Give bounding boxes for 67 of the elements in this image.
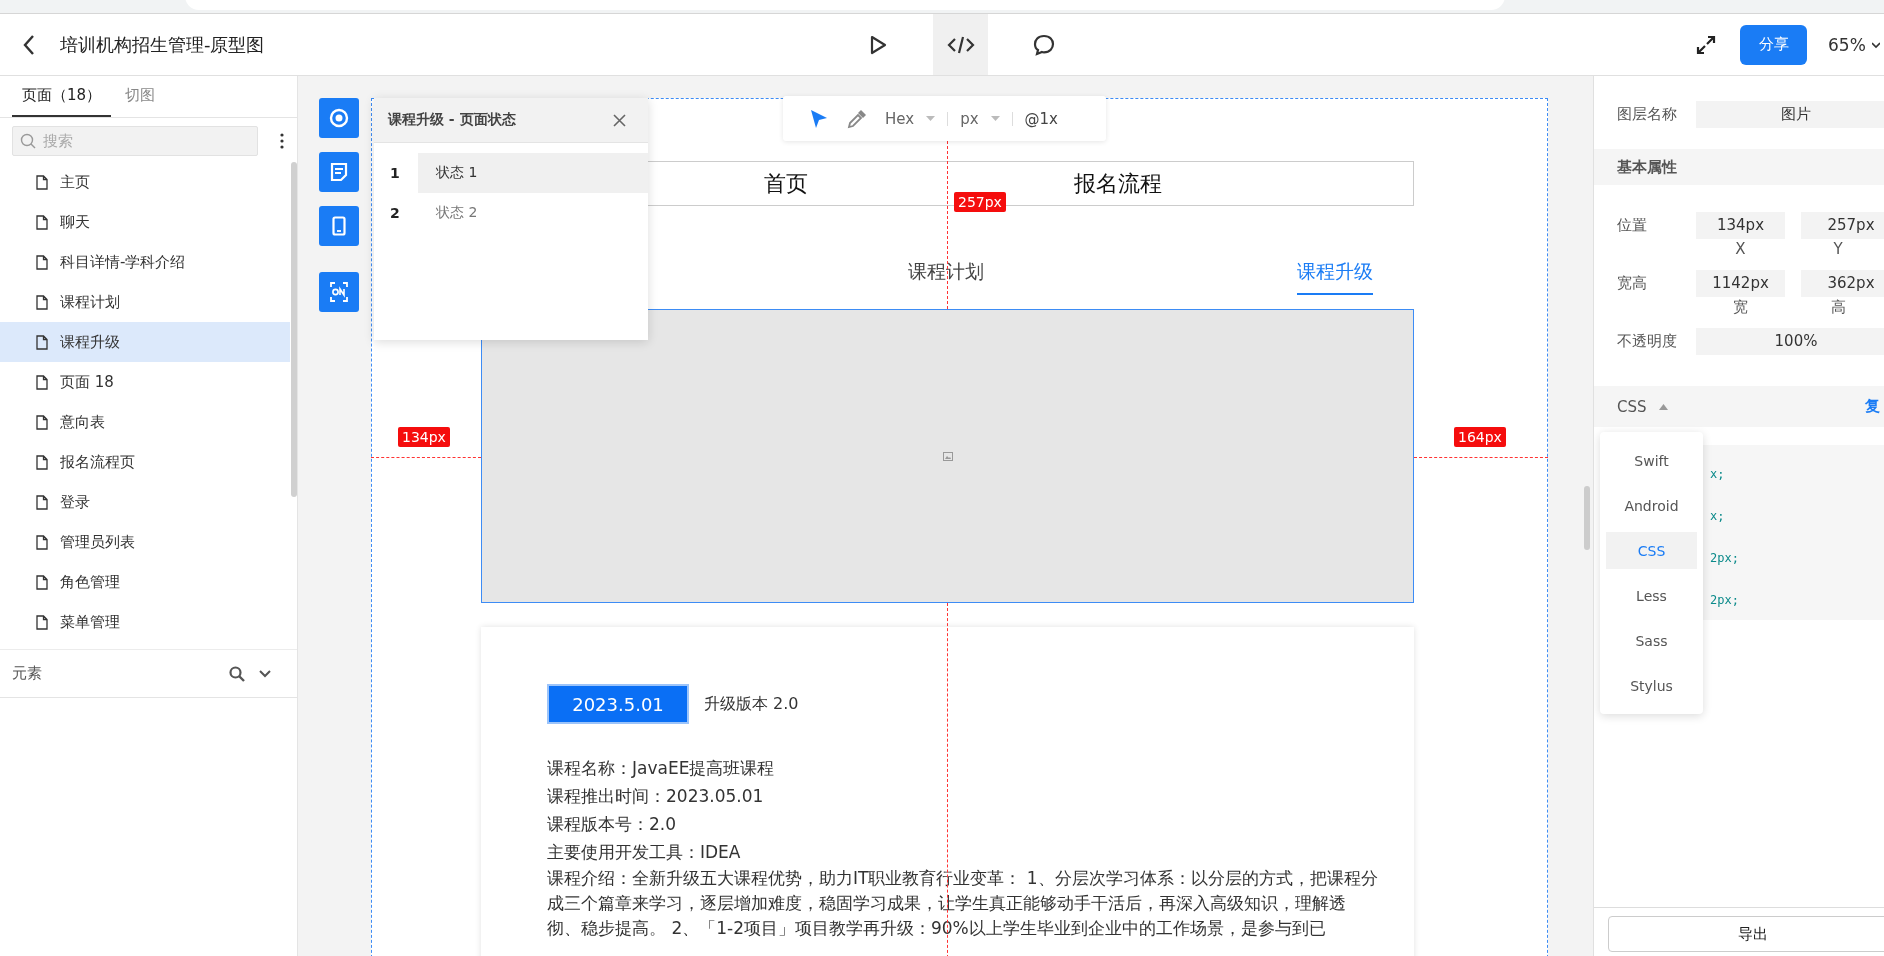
layer-name-field[interactable]: 图片 bbox=[1696, 100, 1884, 128]
menu-item[interactable]: Less bbox=[1606, 577, 1697, 614]
field-caption: Y bbox=[1832, 240, 1844, 258]
page-item[interactable]: 页面 18 bbox=[0, 362, 290, 402]
page-item[interactable]: 报名流程页 bbox=[0, 442, 290, 482]
copy-link[interactable]: 复 bbox=[1865, 397, 1880, 416]
opacity-field[interactable]: 100% bbox=[1696, 327, 1884, 355]
menu-item[interactable]: Swift bbox=[1606, 442, 1697, 479]
popup-title: 课程升级 - 页面状态 bbox=[388, 111, 516, 129]
field-label: 图层名称 bbox=[1617, 104, 1678, 124]
detail-line: 课程推出时间：2023.05.01 bbox=[547, 785, 765, 808]
state-number: 2 bbox=[389, 205, 401, 221]
panel-tab[interactable]: 切图 bbox=[115, 76, 166, 117]
scale-select[interactable]: @1x bbox=[1024, 109, 1058, 128]
field-label: 位置 bbox=[1617, 215, 1648, 235]
page-item[interactable]: 课程升级 bbox=[0, 322, 290, 362]
distance-label: 134px bbox=[398, 427, 450, 447]
page-item[interactable]: 角色管理 bbox=[0, 562, 290, 602]
state-number: 1 bbox=[389, 165, 401, 181]
zoom-level[interactable]: 65% bbox=[1828, 34, 1866, 55]
section-title: 元素 bbox=[12, 664, 42, 683]
distance-label: 164px bbox=[1454, 427, 1506, 447]
page-item[interactable]: 意向表 bbox=[0, 402, 290, 442]
menu-item[interactable]: Android bbox=[1606, 487, 1697, 524]
detail-line: 课程版本号：2.0 bbox=[547, 813, 678, 836]
code-language-toggle[interactable]: CSS bbox=[1617, 397, 1647, 416]
tab-label: 课程计划 bbox=[908, 259, 984, 284]
page-item[interactable]: 主页 bbox=[0, 162, 290, 202]
field-caption: X bbox=[1734, 240, 1747, 258]
date-badge: 2023.5.01 bbox=[547, 684, 689, 724]
search-field[interactable]: 搜索 bbox=[12, 126, 258, 156]
detail-line: 课程名称：JavaEE提高班课程 bbox=[547, 757, 776, 780]
x-field[interactable]: 134px bbox=[1696, 211, 1785, 239]
code-line: 2px; bbox=[1710, 592, 1740, 609]
field-caption: 宽 bbox=[1732, 298, 1749, 316]
height-field[interactable]: 362px bbox=[1801, 269, 1884, 297]
field-label: 宽高 bbox=[1617, 273, 1648, 293]
color-format-select[interactable]: Hex bbox=[885, 109, 936, 128]
page-item[interactable]: 聊天 bbox=[0, 202, 290, 242]
distance-label: 257px bbox=[954, 192, 1006, 212]
field-caption: 高 bbox=[1829, 298, 1847, 316]
width-field[interactable]: 1142px bbox=[1696, 269, 1785, 297]
panel-tab[interactable]: 页面（18） bbox=[12, 76, 112, 117]
detail-line: 主要使用开发工具：IDEA bbox=[547, 841, 742, 864]
page-item[interactable]: 登录 bbox=[0, 482, 290, 522]
page-item[interactable]: 课程计划 bbox=[0, 282, 290, 322]
document-title: 培训机构招生管理-原型图 bbox=[60, 32, 265, 57]
unit-select[interactable]: px bbox=[960, 109, 1000, 128]
page-item[interactable]: 菜单管理 bbox=[0, 602, 290, 642]
menu-item[interactable]: Sass bbox=[1606, 622, 1697, 659]
field-label: 不透明度 bbox=[1617, 331, 1678, 351]
menu-item[interactable]: CSS bbox=[1606, 532, 1697, 569]
state-item[interactable]: 状态 2 bbox=[418, 193, 648, 233]
version-label: 升级版本 2.0 bbox=[704, 693, 799, 715]
state-item[interactable]: 状态 1 bbox=[418, 153, 648, 193]
share-button[interactable]: 分享 bbox=[1740, 24, 1807, 65]
code-line: 2px; bbox=[1710, 550, 1740, 567]
page-item[interactable]: 科目详情-学科介绍 bbox=[0, 242, 290, 282]
section-title: 基本属性 bbox=[1617, 157, 1677, 177]
tab-label: 课程升级 bbox=[1297, 259, 1373, 295]
y-field[interactable]: 257px bbox=[1801, 211, 1884, 239]
code-line: x; bbox=[1710, 466, 1726, 483]
menu-item[interactable]: Stylus bbox=[1606, 667, 1697, 704]
code-line: x; bbox=[1710, 508, 1726, 525]
export-button[interactable]: 导出 bbox=[1608, 916, 1884, 952]
page-item[interactable]: 管理员列表 bbox=[0, 522, 290, 562]
intro-paragraph: 课程介绍：全新升级五大课程优势，助力IT职业教育行业变革： 1、分层次学习体系：以分层的方式，把课程分成三个篇章来学习，逐层增加难度，稳固学习成果，让学生真正能够动手干活后，再深入高级知识，理解透彻、稳步提高。 2、「1-2项目」项目教学再升级：90%以上学生毕业到企业中的工作场景，是参与到已 bbox=[547, 867, 1379, 940]
